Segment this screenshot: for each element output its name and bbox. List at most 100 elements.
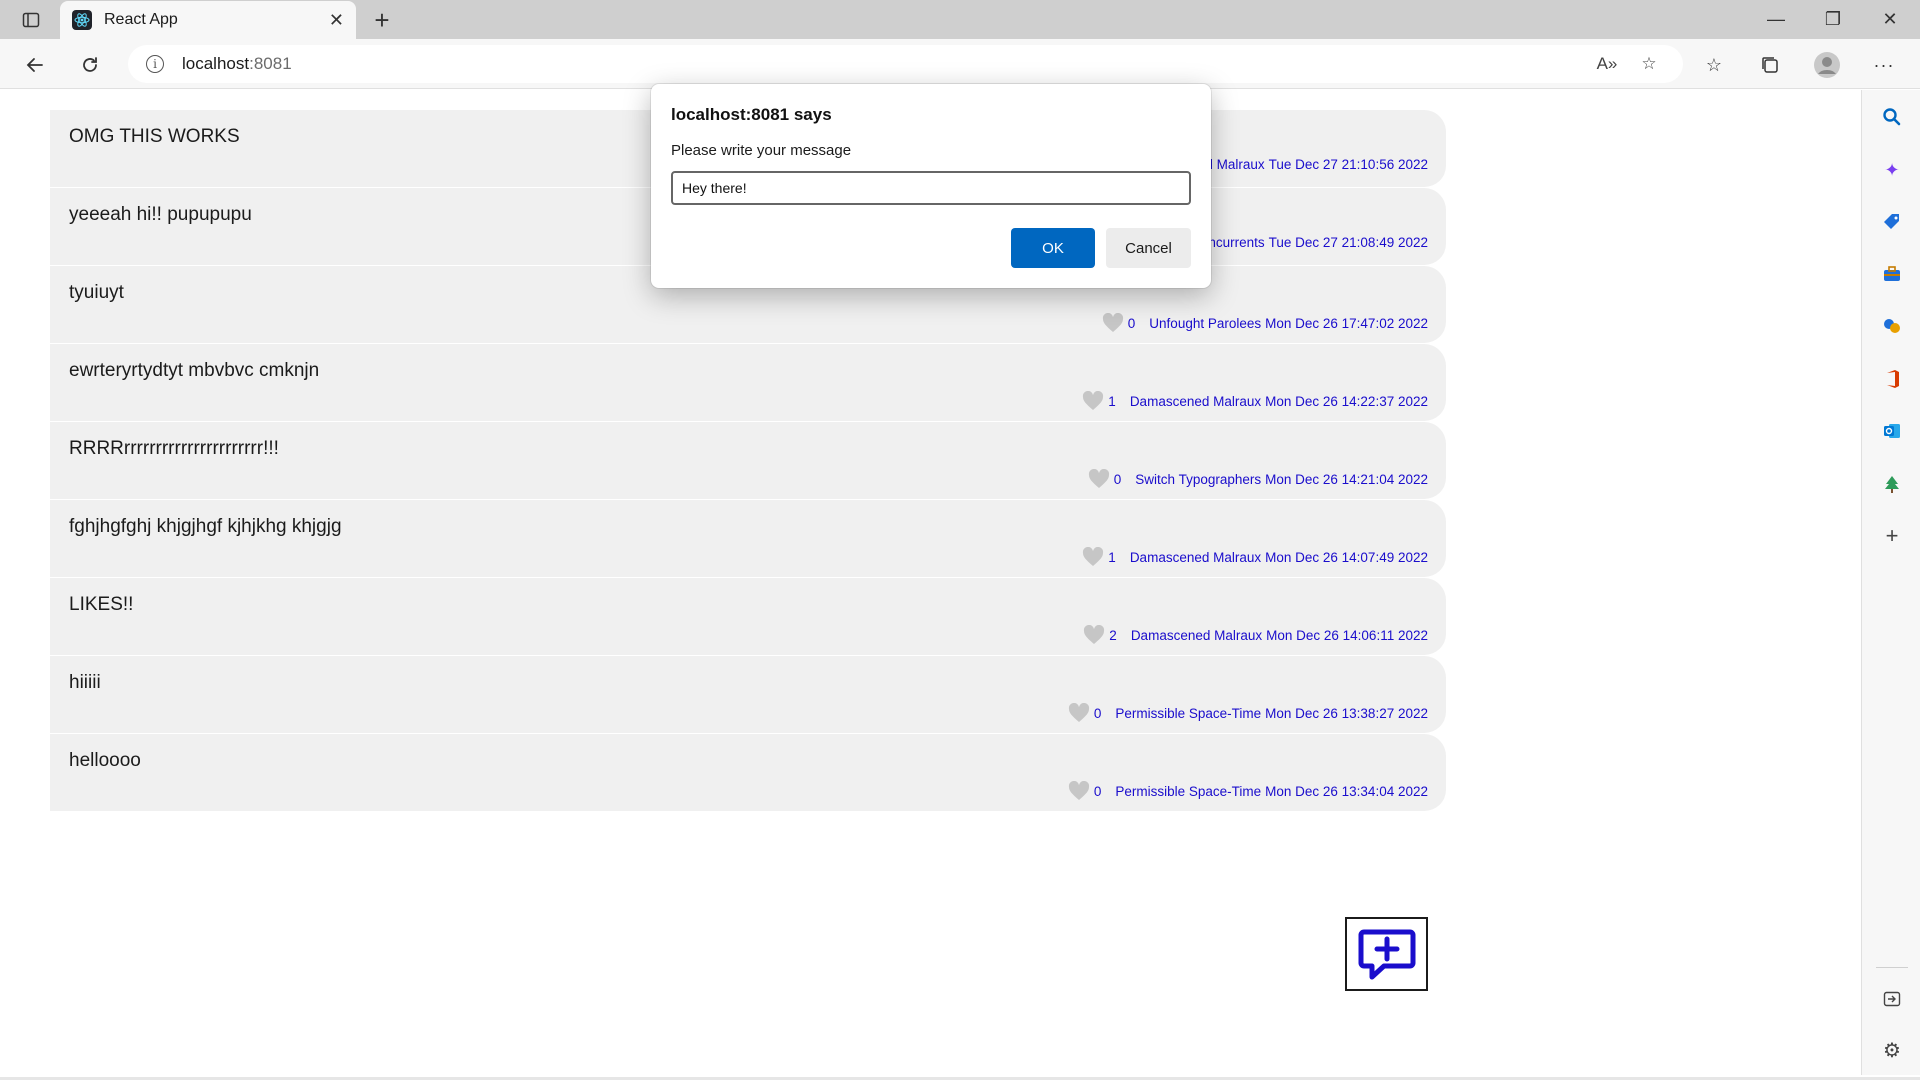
message-date: Mon Dec 26 14:07:49 2022 xyxy=(1265,549,1428,565)
refresh-icon xyxy=(83,57,97,72)
address-port: :8081 xyxy=(249,54,292,73)
message-author[interactable]: Damascened Malraux xyxy=(1130,550,1261,565)
profile-button[interactable] xyxy=(1810,48,1844,82)
new-tab-button[interactable]: + xyxy=(368,6,396,34)
message-meta: 1 Damascened Malraux Mon Dec 26 14:07:49 2… xyxy=(1082,547,1428,567)
like-count: 2 xyxy=(1109,627,1117,643)
like-count: 1 xyxy=(1108,393,1116,409)
tab-title: React App xyxy=(104,11,178,28)
message-row: hiiiii 0 Permissible Space-Time Mon Dec 26 … xyxy=(50,656,1446,734)
address-host: localhost xyxy=(182,54,250,73)
sidebar-settings-icon[interactable]: ⚙ xyxy=(1879,1037,1905,1063)
heart-icon[interactable] xyxy=(1068,781,1090,801)
message-date: Mon Dec 26 14:22:37 2022 xyxy=(1265,393,1428,409)
react-logo-icon xyxy=(72,10,92,30)
close-window-button[interactable]: ✕ xyxy=(1862,0,1918,39)
shopping-icon[interactable] xyxy=(1879,209,1905,235)
add-favorite-icon[interactable]: ☆ xyxy=(1638,53,1660,75)
heart-icon[interactable] xyxy=(1088,469,1110,489)
message-author[interactable]: Switch Typographers xyxy=(1135,472,1261,487)
message-meta: 0 Unfought Parolees Mon Dec 26 17:47:02 20… xyxy=(1102,313,1428,333)
prompt-dialog: localhost:8081 says Please write your me… xyxy=(651,84,1211,288)
tab-close-icon[interactable]: ✕ xyxy=(329,10,344,31)
heart-icon[interactable] xyxy=(1082,547,1104,567)
dialog-input[interactable] xyxy=(671,171,1191,205)
message-date: Mon Dec 26 17:47:02 2022 xyxy=(1265,315,1428,331)
message-date: Tue Dec 27 21:10:56 2022 xyxy=(1268,157,1428,172)
like-count: 0 xyxy=(1093,783,1102,799)
message-meta: 1 Damascened Malraux Mon Dec 26 14:22:37 2… xyxy=(1082,391,1428,411)
message-date: Tue Dec 27 21:08:49 2022 xyxy=(1268,235,1428,250)
like-count: 0 xyxy=(1113,471,1122,487)
message-meta: 2 Damascened Malraux Mon Dec 26 14:06:11 2… xyxy=(1083,625,1428,645)
settings-more-button[interactable]: ··· xyxy=(1867,48,1901,82)
dialog-title: localhost:8081 says xyxy=(671,105,832,124)
message-row: ewrteryrtydtyt mbvbvc cmknjn 1 Damascened … xyxy=(50,344,1446,422)
message-text: RRRRrrrrrrrrrrrrrrrrrrrrrr!!! xyxy=(69,438,279,459)
cancel-button[interactable]: Cancel xyxy=(1106,228,1191,268)
new-message-button[interactable] xyxy=(1345,917,1428,991)
tab-actions-button[interactable] xyxy=(14,7,48,33)
edge-sidebar: ✦ + ⚙ xyxy=(1861,90,1920,1075)
message-plus-icon xyxy=(1358,929,1415,980)
message-author[interactable]: Damascened Malraux xyxy=(1130,394,1261,409)
restore-button[interactable]: ❐ xyxy=(1805,0,1861,39)
minimize-button[interactable]: — xyxy=(1748,0,1804,39)
address-bar[interactable]: i localhost:8081 A» ☆ xyxy=(128,45,1683,83)
ok-button[interactable]: OK xyxy=(1011,228,1095,268)
more-icon: ··· xyxy=(1873,54,1895,75)
message-author[interactable]: Damascened Malraux xyxy=(1131,628,1262,643)
games-icon[interactable] xyxy=(1879,313,1905,339)
read-aloud-icon[interactable]: A» xyxy=(1596,53,1618,75)
browser-toolbar: i localhost:8081 A» ☆ ☆ ··· xyxy=(0,39,1920,89)
message-date: Mon Dec 26 13:34:04 2022 xyxy=(1265,783,1428,799)
heart-icon[interactable] xyxy=(1083,625,1105,645)
sidebar-divider xyxy=(1876,967,1908,968)
message-date: Mon Dec 26 14:21:04 2022 xyxy=(1265,471,1428,487)
message-meta: 0 Permissible Space-Time Mon Dec 26 13:34:… xyxy=(1068,781,1428,801)
copilot-icon[interactable]: ✦ xyxy=(1879,157,1905,183)
refresh-button[interactable] xyxy=(73,48,107,82)
message-row: fghjhgfghj khjgjhgf kjhjkhg khjgjg 1 Damas… xyxy=(50,500,1446,578)
heart-icon[interactable] xyxy=(1068,703,1090,723)
like-count: 0 xyxy=(1127,315,1136,331)
message-text: OMG THIS WORKS xyxy=(69,126,240,147)
message-text: tyuiuyt xyxy=(69,282,124,303)
favorites-icon: ☆ xyxy=(1705,54,1723,75)
site-info-icon[interactable]: i xyxy=(146,55,164,73)
heart-icon[interactable] xyxy=(1102,313,1124,333)
collections-icon xyxy=(1762,57,1778,73)
message-author[interactable]: Permissible Space-Time xyxy=(1115,784,1261,799)
dialog-message: Please write your message xyxy=(671,142,852,159)
message-text: helloooo xyxy=(69,750,141,771)
message-row: helloooo 0 Permissible Space-Time Mon Dec 2… xyxy=(50,734,1446,812)
message-author[interactable]: Unfought Parolees xyxy=(1149,316,1261,331)
like-count: 0 xyxy=(1093,705,1102,721)
message-row: LIKES!! 2 Damascened Malraux Mon Dec 26 14:… xyxy=(50,578,1446,656)
back-arrow-icon xyxy=(26,58,43,72)
message-author[interactable]: Permissible Space-Time xyxy=(1115,706,1261,721)
message-text: ewrteryrtydtyt mbvbvc cmknjn xyxy=(69,360,320,381)
heart-icon[interactable] xyxy=(1082,391,1104,411)
message-text: hiiiii xyxy=(69,672,101,693)
like-count: 1 xyxy=(1108,549,1116,565)
tab-actions-icon xyxy=(22,12,40,28)
add-sidebar-app-icon[interactable]: + xyxy=(1879,523,1905,549)
message-date: Mon Dec 26 14:06:11 2022 xyxy=(1266,627,1428,643)
search-icon[interactable] xyxy=(1879,104,1905,130)
message-date: Mon Dec 26 13:38:27 2022 xyxy=(1265,705,1428,721)
back-button[interactable] xyxy=(18,48,52,82)
outlook-icon[interactable] xyxy=(1879,418,1905,444)
avatar-icon xyxy=(1814,52,1840,78)
office-icon[interactable] xyxy=(1879,366,1905,392)
hide-sidebar-icon[interactable] xyxy=(1879,986,1905,1012)
tab-bar: React App ✕ + — ❐ ✕ xyxy=(0,0,1920,39)
collections-button[interactable] xyxy=(1753,48,1787,82)
message-meta: 0 Permissible Space-Time Mon Dec 26 13:38:… xyxy=(1068,703,1428,723)
message-meta: 0 Switch Typographers Mon Dec 26 14:21:04 … xyxy=(1088,469,1428,489)
tools-icon[interactable] xyxy=(1879,261,1905,287)
favorites-button[interactable]: ☆ xyxy=(1697,48,1731,82)
message-text: fghjhgfghj khjgjhgf kjhjkhg khjgjg xyxy=(69,516,342,537)
browser-tab[interactable]: React App ✕ xyxy=(60,1,356,39)
tree-icon[interactable] xyxy=(1879,471,1905,497)
